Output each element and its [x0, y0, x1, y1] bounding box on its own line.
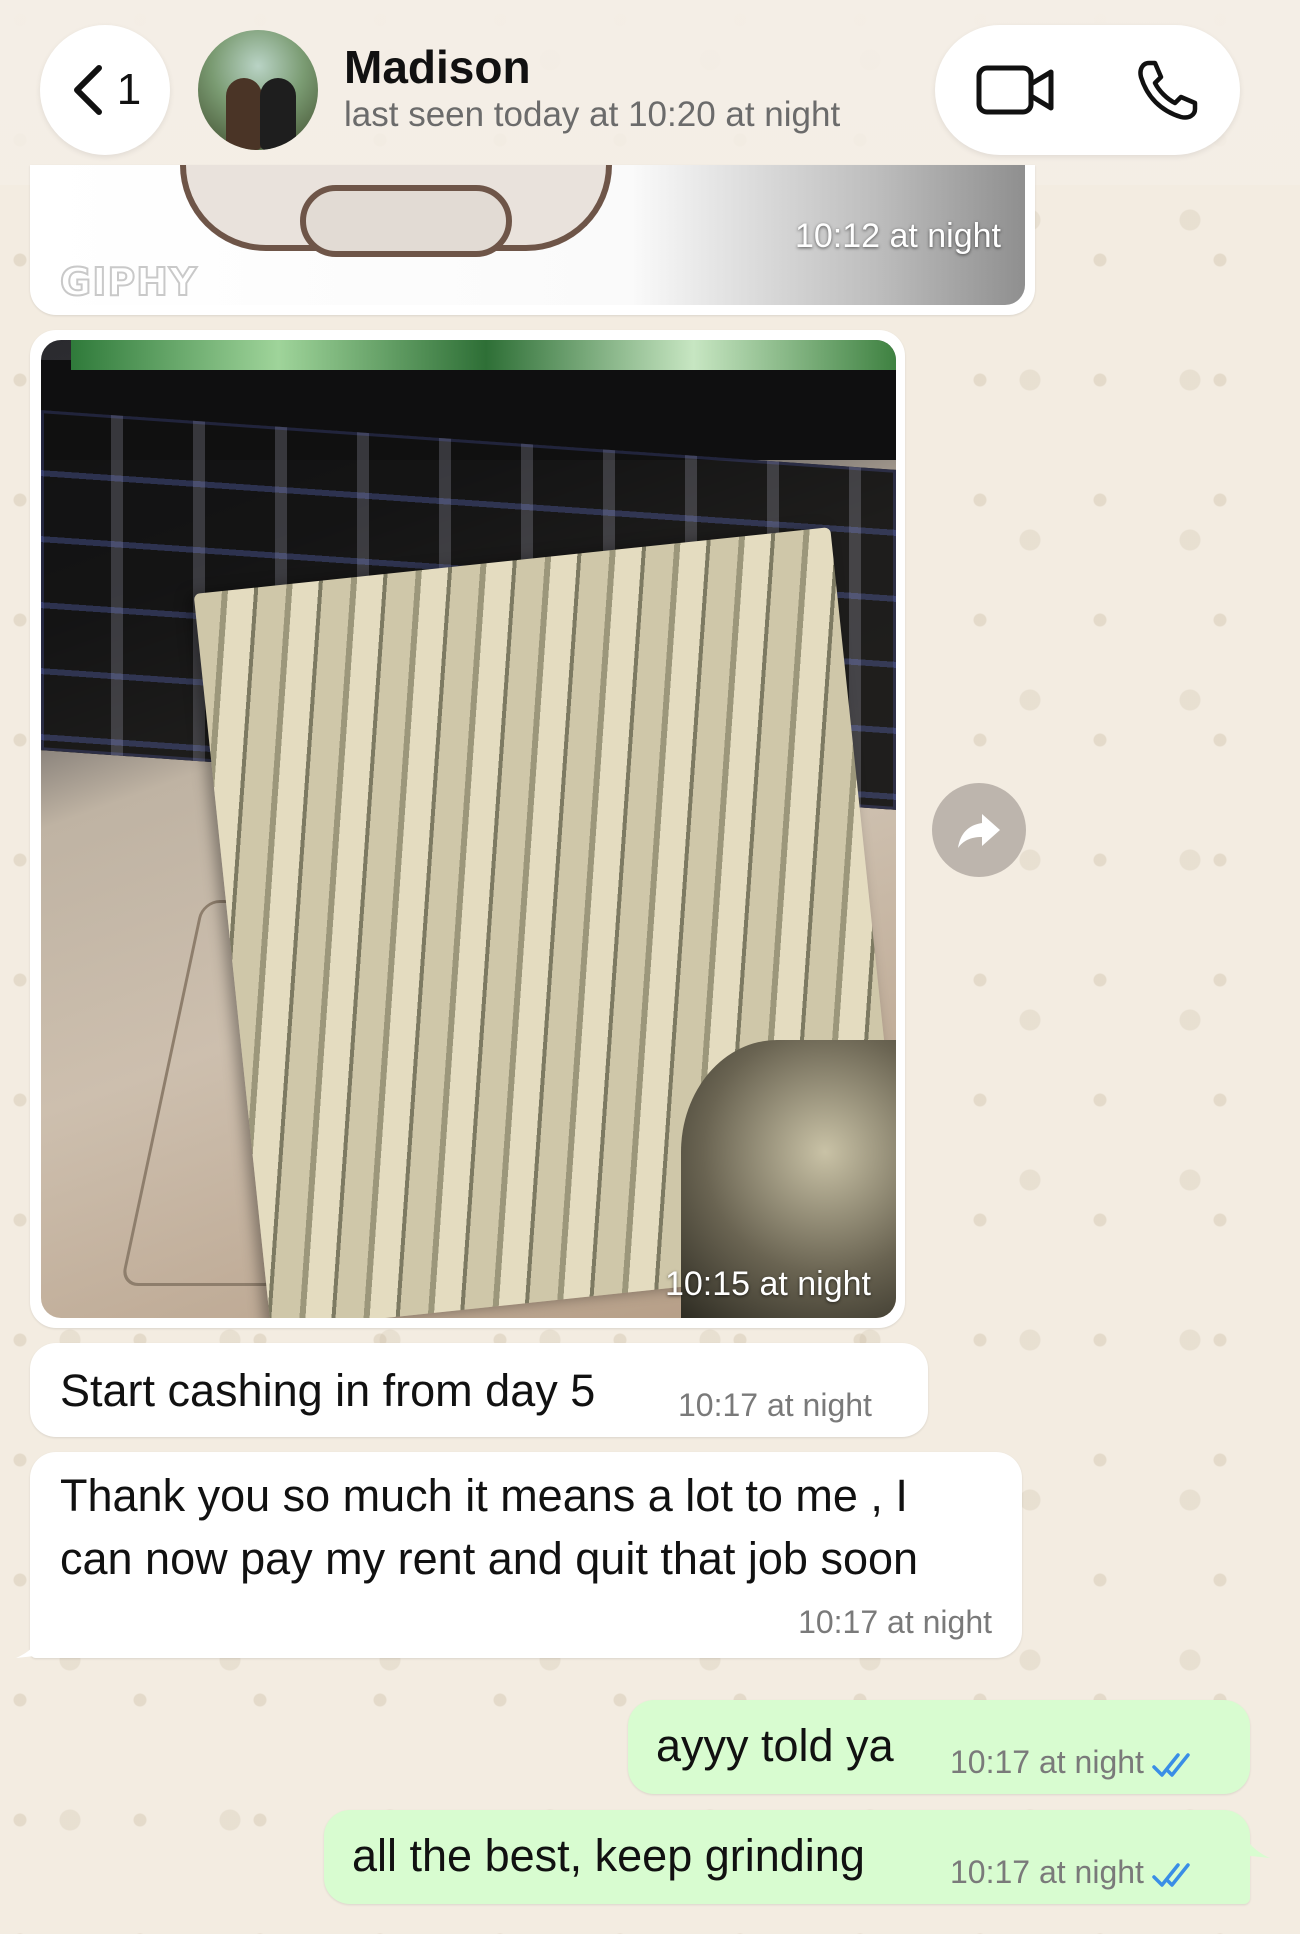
photo-laptop-cash[interactable]	[41, 340, 896, 1318]
message-text: Start cashing in from day 5	[60, 1365, 596, 1416]
photo-screen-wallpaper	[71, 340, 896, 370]
unread-count: 1	[116, 65, 142, 114]
read-receipt-icon	[1152, 1862, 1190, 1887]
outgoing-message[interactable]: all the best, keep grinding 10:17 at nig…	[324, 1810, 1250, 1904]
message-text-line: Thank you so much it means a lot to me ,…	[60, 1470, 908, 1521]
chat-header: 1 Madison last seen today at 10:20 at ni…	[0, 0, 1300, 185]
incoming-message[interactable]: Thank you so much it means a lot to me ,…	[30, 1452, 1022, 1658]
message-time: 10:17 at night	[798, 1604, 992, 1640]
outgoing-message[interactable]: ayyy told ya 10:17 at night	[628, 1700, 1250, 1794]
gif-illustration	[300, 185, 512, 257]
message-time-wrap: 10:17 at night	[950, 1854, 1196, 1891]
message-time: 10:15 at night	[664, 1265, 871, 1303]
gif-message[interactable]: GIPHY 10:12 at night	[30, 165, 1035, 315]
forward-arrow-icon	[958, 814, 1000, 848]
bubble-tail	[16, 1630, 54, 1658]
call-actions	[935, 25, 1240, 155]
bubble-tail	[1232, 1830, 1270, 1858]
message-text: ayyy told ya	[656, 1720, 894, 1771]
message-time: 10:12 at night	[794, 217, 1001, 255]
back-button[interactable]: 1	[40, 25, 170, 155]
giphy-watermark: GIPHY	[59, 259, 198, 305]
message-time: 10:17 at night	[950, 1744, 1144, 1780]
message-text-line: can now pay my rent and quit that job so…	[60, 1533, 919, 1584]
forward-button[interactable]	[932, 783, 1026, 877]
last-seen-status: last seen today at 10:20 at night	[344, 95, 841, 134]
read-receipt-icon	[1152, 1752, 1190, 1777]
contact-name[interactable]: Madison	[344, 40, 531, 94]
video-call-icon[interactable]	[975, 60, 1055, 120]
message-time: 10:17 at night	[950, 1854, 1144, 1890]
phone-call-icon[interactable]	[1135, 57, 1201, 123]
image-message[interactable]: 10:15 at night	[30, 330, 905, 1328]
avatar[interactable]	[198, 30, 318, 150]
message-time: 10:17 at night	[678, 1387, 872, 1423]
gif-preview[interactable]: GIPHY 10:12 at night	[40, 165, 1025, 305]
incoming-message[interactable]: Start cashing in from day 5 10:17 at nig…	[30, 1343, 928, 1437]
avatar-figure	[260, 78, 296, 150]
message-text: all the best, keep grinding	[352, 1830, 865, 1881]
chevron-left-icon	[73, 65, 102, 115]
message-time-wrap: 10:17 at night	[950, 1744, 1196, 1781]
avatar-figure	[226, 78, 262, 150]
